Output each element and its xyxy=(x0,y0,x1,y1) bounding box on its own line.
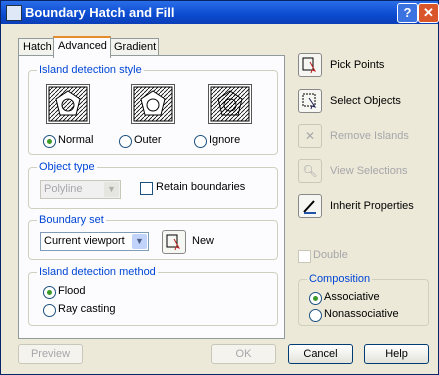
composition-group: Composition Associative Nonassociative xyxy=(298,273,429,326)
normal-preview-icon[interactable] xyxy=(46,84,90,124)
double-label: Double xyxy=(313,249,348,261)
retain-boundaries-checkbox[interactable] xyxy=(140,182,153,195)
inherit-properties-icon[interactable] xyxy=(298,194,322,218)
remove-islands-label[interactable]: Remove Islands xyxy=(330,130,409,142)
new-boundary-set-button[interactable] xyxy=(162,230,186,254)
outer-label: Outer xyxy=(134,134,162,146)
pick-points-label[interactable]: Pick Points xyxy=(330,59,384,71)
advanced-panel: Island detection style Normal Outer Igno… xyxy=(18,55,285,339)
chevron-down-icon: ▼ xyxy=(132,234,147,249)
close-button[interactable]: ✕ xyxy=(418,3,439,23)
object-type-group: Object type Polyline ▼ Retain boundaries xyxy=(28,161,278,209)
ok-button[interactable]: OK xyxy=(211,344,276,364)
associative-label: Associative xyxy=(324,291,380,303)
ray-casting-radio[interactable] xyxy=(43,304,56,317)
tab-advanced[interactable]: Advanced xyxy=(53,36,111,58)
ray-casting-label: Ray casting xyxy=(58,303,116,315)
view-selections-icon[interactable]: 🔍︎ xyxy=(298,159,322,183)
object-type-value: Polyline xyxy=(44,183,83,195)
normal-radio[interactable] xyxy=(43,135,56,148)
boundary-set-value: Current viewport xyxy=(44,235,125,247)
island-detection-method-label: Island detection method xyxy=(37,266,158,278)
composition-label: Composition xyxy=(307,273,373,285)
boundary-set-group: Boundary set Current viewport ▼ New xyxy=(28,214,278,260)
outer-preview-icon[interactable] xyxy=(131,84,175,124)
flood-radio[interactable] xyxy=(43,286,56,299)
normal-label: Normal xyxy=(58,134,94,146)
ignore-radio[interactable] xyxy=(194,135,207,148)
object-type-select[interactable]: Polyline ▼ xyxy=(40,180,121,199)
boundary-set-select[interactable]: Current viewport ▼ xyxy=(40,232,149,251)
app-icon xyxy=(6,5,22,21)
ignore-preview-icon[interactable] xyxy=(208,84,252,124)
island-detection-style-label: Island detection style xyxy=(37,64,144,76)
select-objects-icon[interactable] xyxy=(298,89,322,113)
nonassociative-label: Nonassociative xyxy=(324,308,399,320)
double-checkbox[interactable] xyxy=(298,250,311,263)
window-title: Boundary Hatch and Fill xyxy=(25,5,175,20)
island-detection-method-group: Island detection method Flood Ray castin… xyxy=(28,266,278,326)
pick-points-icon[interactable] xyxy=(298,53,322,77)
tab-gradient[interactable]: Gradient xyxy=(109,38,159,56)
chevron-down-icon: ▼ xyxy=(104,182,119,197)
retain-boundaries-label: Retain boundaries xyxy=(156,181,246,193)
help-title-button[interactable]: ? xyxy=(397,3,418,23)
select-objects-label[interactable]: Select Objects xyxy=(330,95,401,107)
help-button[interactable]: Help xyxy=(364,344,429,364)
nonassociative-radio[interactable] xyxy=(309,309,322,322)
title-bar[interactable]: Boundary Hatch and Fill ? ✕ xyxy=(1,1,439,24)
inherit-properties-label[interactable]: Inherit Properties xyxy=(330,200,414,212)
object-type-label: Object type xyxy=(37,161,97,173)
new-boundary-icon xyxy=(166,234,181,251)
tab-hatch[interactable]: Hatch xyxy=(18,38,56,56)
outer-radio[interactable] xyxy=(119,135,132,148)
dialog-window: Boundary Hatch and Fill ? ✕ Hatch Advanc… xyxy=(0,0,439,375)
new-boundary-set-label: New xyxy=(192,235,215,247)
boundary-set-label: Boundary set xyxy=(37,214,106,226)
island-detection-style-group: Island detection style Normal Outer Igno… xyxy=(28,64,278,155)
flood-label: Flood xyxy=(58,285,86,297)
associative-radio[interactable] xyxy=(309,292,322,305)
preview-button[interactable]: Preview xyxy=(18,344,83,364)
cancel-button[interactable]: Cancel xyxy=(288,344,353,364)
view-selections-label[interactable]: View Selections xyxy=(330,165,407,177)
ignore-label: Ignore xyxy=(209,134,241,146)
remove-islands-icon[interactable]: ✕ xyxy=(298,124,322,148)
